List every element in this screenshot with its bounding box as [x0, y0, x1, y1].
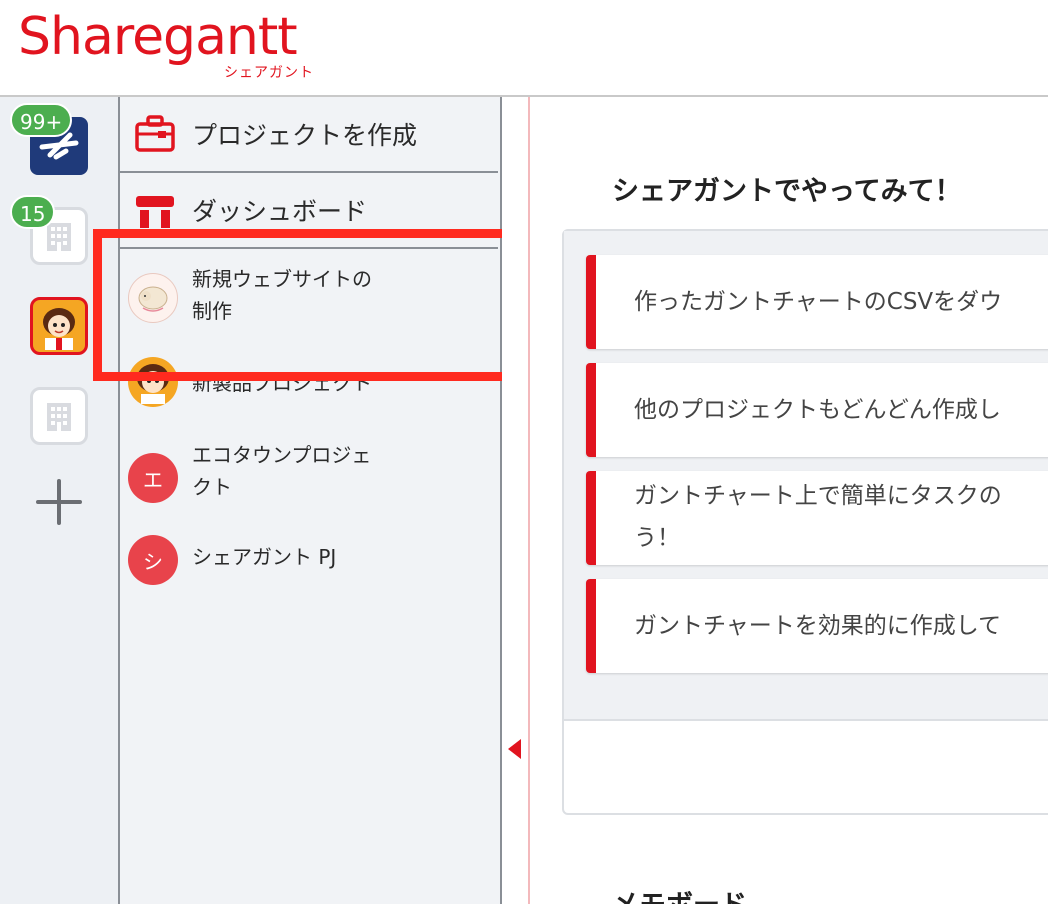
plus-icon[interactable] [36, 479, 82, 525]
tips-panel: 作ったガントチャートのCSVをダウ 他のプロジェクトもどんどん作成し ガントチャ… [562, 229, 1048, 815]
project-item-sharegantt-pj[interactable]: シ シェアガント PJ [120, 527, 498, 597]
tips-list: 作ったガントチャートのCSVをダウ 他のプロジェクトもどんどん作成し ガントチャ… [564, 231, 1048, 721]
create-project-label: プロジェクトを作成 [192, 121, 418, 150]
workspace-rail: 99+ 15 [0, 97, 120, 904]
logo-text: Sharegantt [18, 7, 298, 67]
project-name: 新製品プロジェクト [192, 371, 372, 395]
sidebar-splitter[interactable] [502, 97, 530, 904]
sheep-avatar-icon [128, 273, 178, 323]
tip-text: 他のプロジェクトもどんどん作成し [634, 397, 1001, 423]
girl-avatar-icon [128, 357, 178, 407]
workspace-girl-active[interactable] [30, 297, 88, 355]
notification-badge: 99+ [10, 103, 73, 137]
project-name: 新規ウェブサイトの 制作 [192, 267, 372, 323]
tip-card[interactable]: 他のプロジェクトもどんどん作成し [586, 363, 1048, 457]
tip-card[interactable]: 作ったガントチャートのCSVをダウ [586, 255, 1048, 349]
project-item-new-product[interactable]: 新製品プロジェクト [120, 347, 498, 427]
tip-text: ガントチャートを効果的に作成して [634, 613, 1002, 639]
dashboard-button[interactable]: ダッシュボード [120, 173, 498, 249]
project-letter-avatar: エ [128, 453, 178, 503]
tip-card[interactable]: ガントチャート上で簡単にタスクの う！ [586, 471, 1048, 565]
girl-avatar-icon [35, 302, 83, 350]
main-content: シェアガントでやってみて！ 作ったガントチャートのCSVをダウ 他のプロジェクト… [530, 97, 1048, 904]
project-menu: プロジェクトを作成 ダッシュボード 新規ウェブサイトの 制作 新製品プロジェクト… [120, 97, 502, 904]
logo-subtext: シェアガント [224, 65, 314, 81]
sharegantt-logo[interactable]: Sharegantt シェアガント [18, 6, 338, 88]
tip-text: ガントチャート上で簡単にタスクの う！ [634, 483, 1002, 551]
project-name: シェアガント PJ [192, 545, 337, 569]
create-project-button[interactable]: プロジェクトを作成 [120, 97, 498, 173]
section-title: シェアガントでやってみて！ [612, 176, 962, 207]
notification-badge: 15 [10, 195, 56, 229]
tip-card[interactable]: ガントチャートを効果的に作成して [586, 579, 1048, 673]
memo-board-title: メモボード [612, 883, 747, 904]
dashboard-label: ダッシュボード [192, 197, 368, 226]
project-letter-avatar: シ [128, 535, 178, 585]
tip-text: 作ったガントチャートのCSVをダウ [634, 289, 1003, 315]
collapse-left-icon[interactable] [508, 739, 521, 759]
building-icon [47, 403, 71, 431]
project-name: エコタウンプロジェ クト [192, 443, 372, 499]
dashboard-icon [136, 196, 174, 228]
briefcase-icon [135, 115, 175, 152]
app-header: Sharegantt シェアガント [0, 0, 1048, 97]
project-item-website[interactable]: 新規ウェブサイトの 制作 [120, 251, 498, 347]
workspace-building[interactable] [30, 387, 88, 445]
project-item-ecotown[interactable]: エ エコタウンプロジェ クト [120, 433, 498, 523]
